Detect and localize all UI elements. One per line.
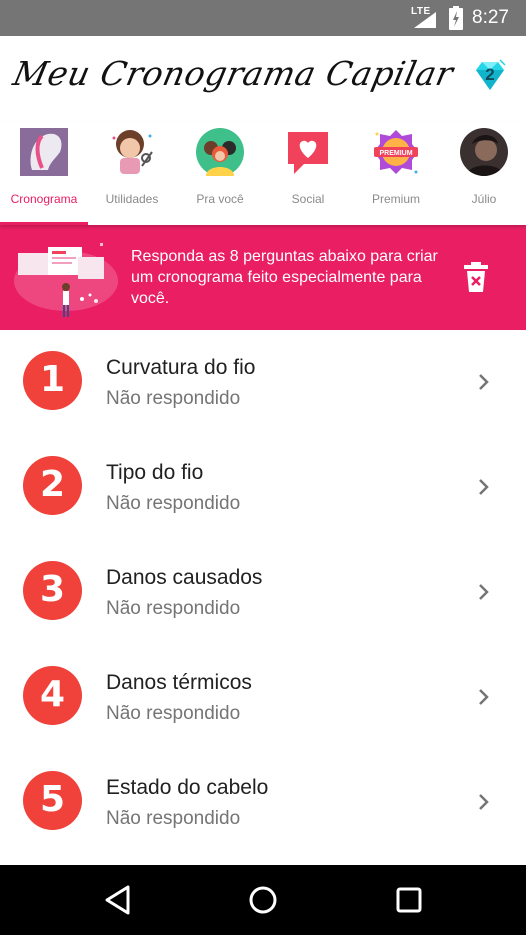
- question-status: Não respondido: [106, 388, 241, 409]
- banner-message: Responda as 8 perguntas abaixo para cria…: [131, 248, 438, 307]
- question-title: Danos térmicos: [106, 671, 252, 694]
- question-item[interactable]: 4 Danos térmicos Não respondido: [0, 645, 526, 750]
- questionnaire-illustration-icon: [14, 243, 118, 317]
- question-status: Não respondido: [106, 808, 241, 829]
- gems-button[interactable]: 2: [472, 58, 508, 94]
- number-badge: 3: [23, 561, 82, 620]
- hairdresser-icon: [112, 130, 153, 174]
- tab-label: Premium: [371, 192, 420, 206]
- number-badge: 2: [23, 456, 82, 515]
- chevron-right-icon: [479, 374, 489, 390]
- tab-label: Cronograma: [10, 192, 78, 206]
- question-status: Não respondido: [106, 703, 241, 724]
- tab-utilidades[interactable]: Utilidades: [88, 122, 176, 225]
- chevron-right-icon: [479, 689, 489, 705]
- chevron-right-icon: [479, 794, 489, 810]
- tab-julio[interactable]: Júlio: [440, 122, 526, 225]
- clock: 8:27: [472, 7, 509, 28]
- question-item[interactable]: 1 Curvatura do fio Não respondido: [0, 330, 526, 435]
- info-banner: Responda as 8 perguntas abaixo para cria…: [0, 225, 526, 330]
- tab-pra-voce[interactable]: Pra você: [176, 122, 264, 225]
- question-title: Estado do cabelo: [106, 776, 269, 799]
- question-item[interactable]: 3 Danos causados Não respondido: [0, 540, 526, 645]
- heart-chat-icon: [288, 132, 328, 174]
- questions-list: 1 Curvatura do fio Não respondido 2 Tipo…: [0, 330, 526, 855]
- signal-icon: [414, 12, 436, 28]
- status-bar: LTE 8:27: [0, 0, 526, 36]
- tab-label: Júlio: [471, 192, 497, 206]
- recents-icon[interactable]: [391, 882, 427, 918]
- number-badge: 4: [23, 666, 82, 725]
- tab-social[interactable]: Social: [264, 122, 352, 225]
- back-icon[interactable]: [100, 882, 136, 918]
- tab-premium[interactable]: PREMIUM Premium: [352, 122, 440, 225]
- tab-label: Pra você: [196, 192, 244, 206]
- tab-label: Social: [291, 192, 325, 206]
- question-item[interactable]: 2 Tipo do fio Não respondido: [0, 435, 526, 540]
- chevron-right-icon: [479, 584, 489, 600]
- delete-icon[interactable]: [464, 262, 488, 292]
- battery-charging-icon: [449, 6, 463, 30]
- app-title: Meu Cronograma Capilar: [9, 54, 457, 93]
- question-title: Curvatura do fio: [106, 356, 256, 379]
- premium-badge-icon: PREMIUM: [374, 130, 418, 174]
- number-badge: 1: [23, 351, 82, 410]
- number-badge: 5: [23, 771, 82, 830]
- question-status: Não respondido: [106, 598, 241, 619]
- active-tab-indicator: [0, 222, 88, 225]
- question-title: Danos causados: [106, 566, 263, 589]
- system-nav-bar: [0, 865, 526, 935]
- svg-text:PREMIUM: PREMIUM: [379, 150, 412, 157]
- user-avatar-icon: [460, 128, 508, 176]
- tab-cronograma[interactable]: Cronograma: [0, 122, 88, 225]
- question-item[interactable]: 5 Estado do cabelo Não respondido: [0, 750, 526, 855]
- app-header: Meu Cronograma Capilar 2: [0, 36, 526, 122]
- hair-profile-icon: [20, 128, 68, 176]
- tab-label: Utilidades: [105, 192, 159, 206]
- chevron-right-icon: [479, 479, 489, 495]
- home-icon[interactable]: [245, 882, 281, 918]
- diamond-icon: 2: [476, 59, 506, 90]
- question-status: Não respondido: [106, 493, 241, 514]
- tab-bar: Cronograma Utilidades Pra você Social PR…: [0, 122, 526, 225]
- question-title: Tipo do fio: [106, 461, 204, 484]
- people-group-icon: [196, 128, 244, 176]
- gems-count: 2: [485, 65, 494, 84]
